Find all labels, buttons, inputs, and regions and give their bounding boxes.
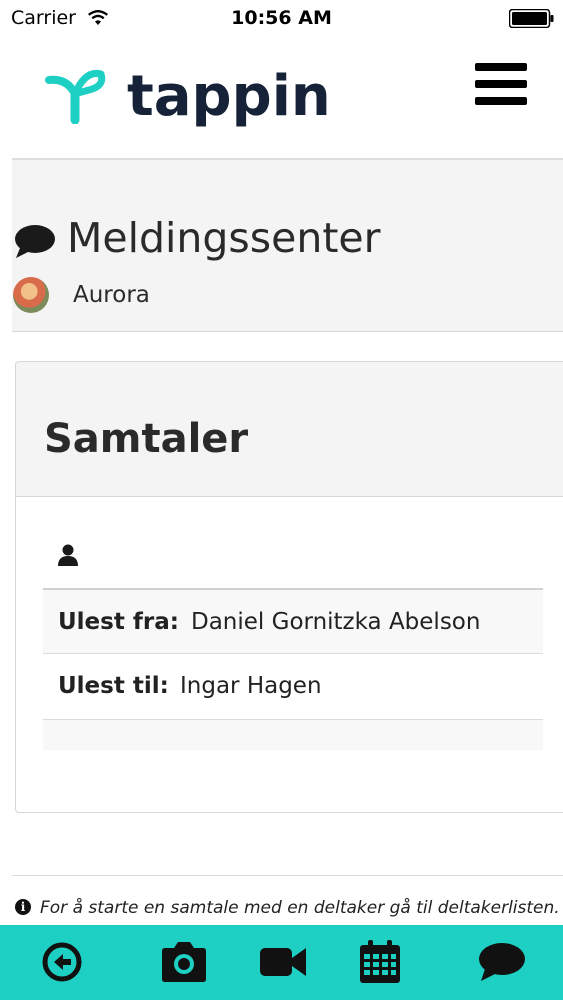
conversation-row-unread-from[interactable]: Ulest fra: Daniel Gornitzka Abelson (43, 588, 543, 654)
tappin-sprout-icon (45, 69, 106, 124)
video-camera-icon (260, 948, 306, 976)
message-center-header: Meldingssenter Aurora (12, 158, 563, 332)
row-label: Ulest fra: (58, 609, 179, 635)
row-value: Ingar Hagen (180, 673, 322, 699)
info-text: For å starte en samtale med en deltaker … (40, 898, 563, 918)
menu-bar (475, 63, 527, 71)
avatar[interactable] (13, 277, 49, 313)
camera-icon (162, 942, 206, 982)
menu-bar (475, 97, 527, 105)
conversations-header: Samtaler (16, 362, 563, 497)
table-row-empty (43, 720, 543, 750)
back-arrow-icon (42, 942, 82, 982)
conversation-row-unread-to[interactable]: Ulest til: Ingar Hagen (43, 654, 543, 720)
tappin-logo[interactable]: tappin (45, 60, 335, 132)
page-title: Meldingssenter (67, 214, 381, 262)
chat-bubble-icon (479, 943, 525, 981)
status-bar: Carrier 10:56 AM (0, 0, 563, 36)
row-value: Daniel Gornitzka Abelson (191, 609, 481, 635)
video-button[interactable] (258, 939, 310, 985)
messages-button[interactable] (476, 939, 528, 985)
menu-bar (475, 80, 527, 88)
row-label: Ulest til: (58, 673, 169, 699)
camera-button[interactable] (158, 939, 210, 985)
status-time: 10:56 AM (231, 7, 332, 29)
calendar-button[interactable] (354, 939, 406, 985)
bottom-tab-bar (0, 925, 563, 1000)
chat-bubble-icon (15, 225, 55, 258)
calendar-icon (360, 940, 400, 983)
app-header: tappin (0, 36, 563, 159)
user-name[interactable]: Aurora (73, 282, 150, 308)
hamburger-menu-button[interactable] (470, 58, 532, 112)
person-icon (58, 544, 78, 566)
conversations-panel: Samtaler Ulest fra: Daniel Gornitzka Abe… (15, 361, 563, 813)
info-icon: i (15, 899, 31, 915)
logo-text: tappin (127, 64, 331, 129)
conversations-title: Samtaler (44, 416, 249, 462)
battery-icon (509, 9, 554, 28)
back-button[interactable] (36, 939, 88, 985)
